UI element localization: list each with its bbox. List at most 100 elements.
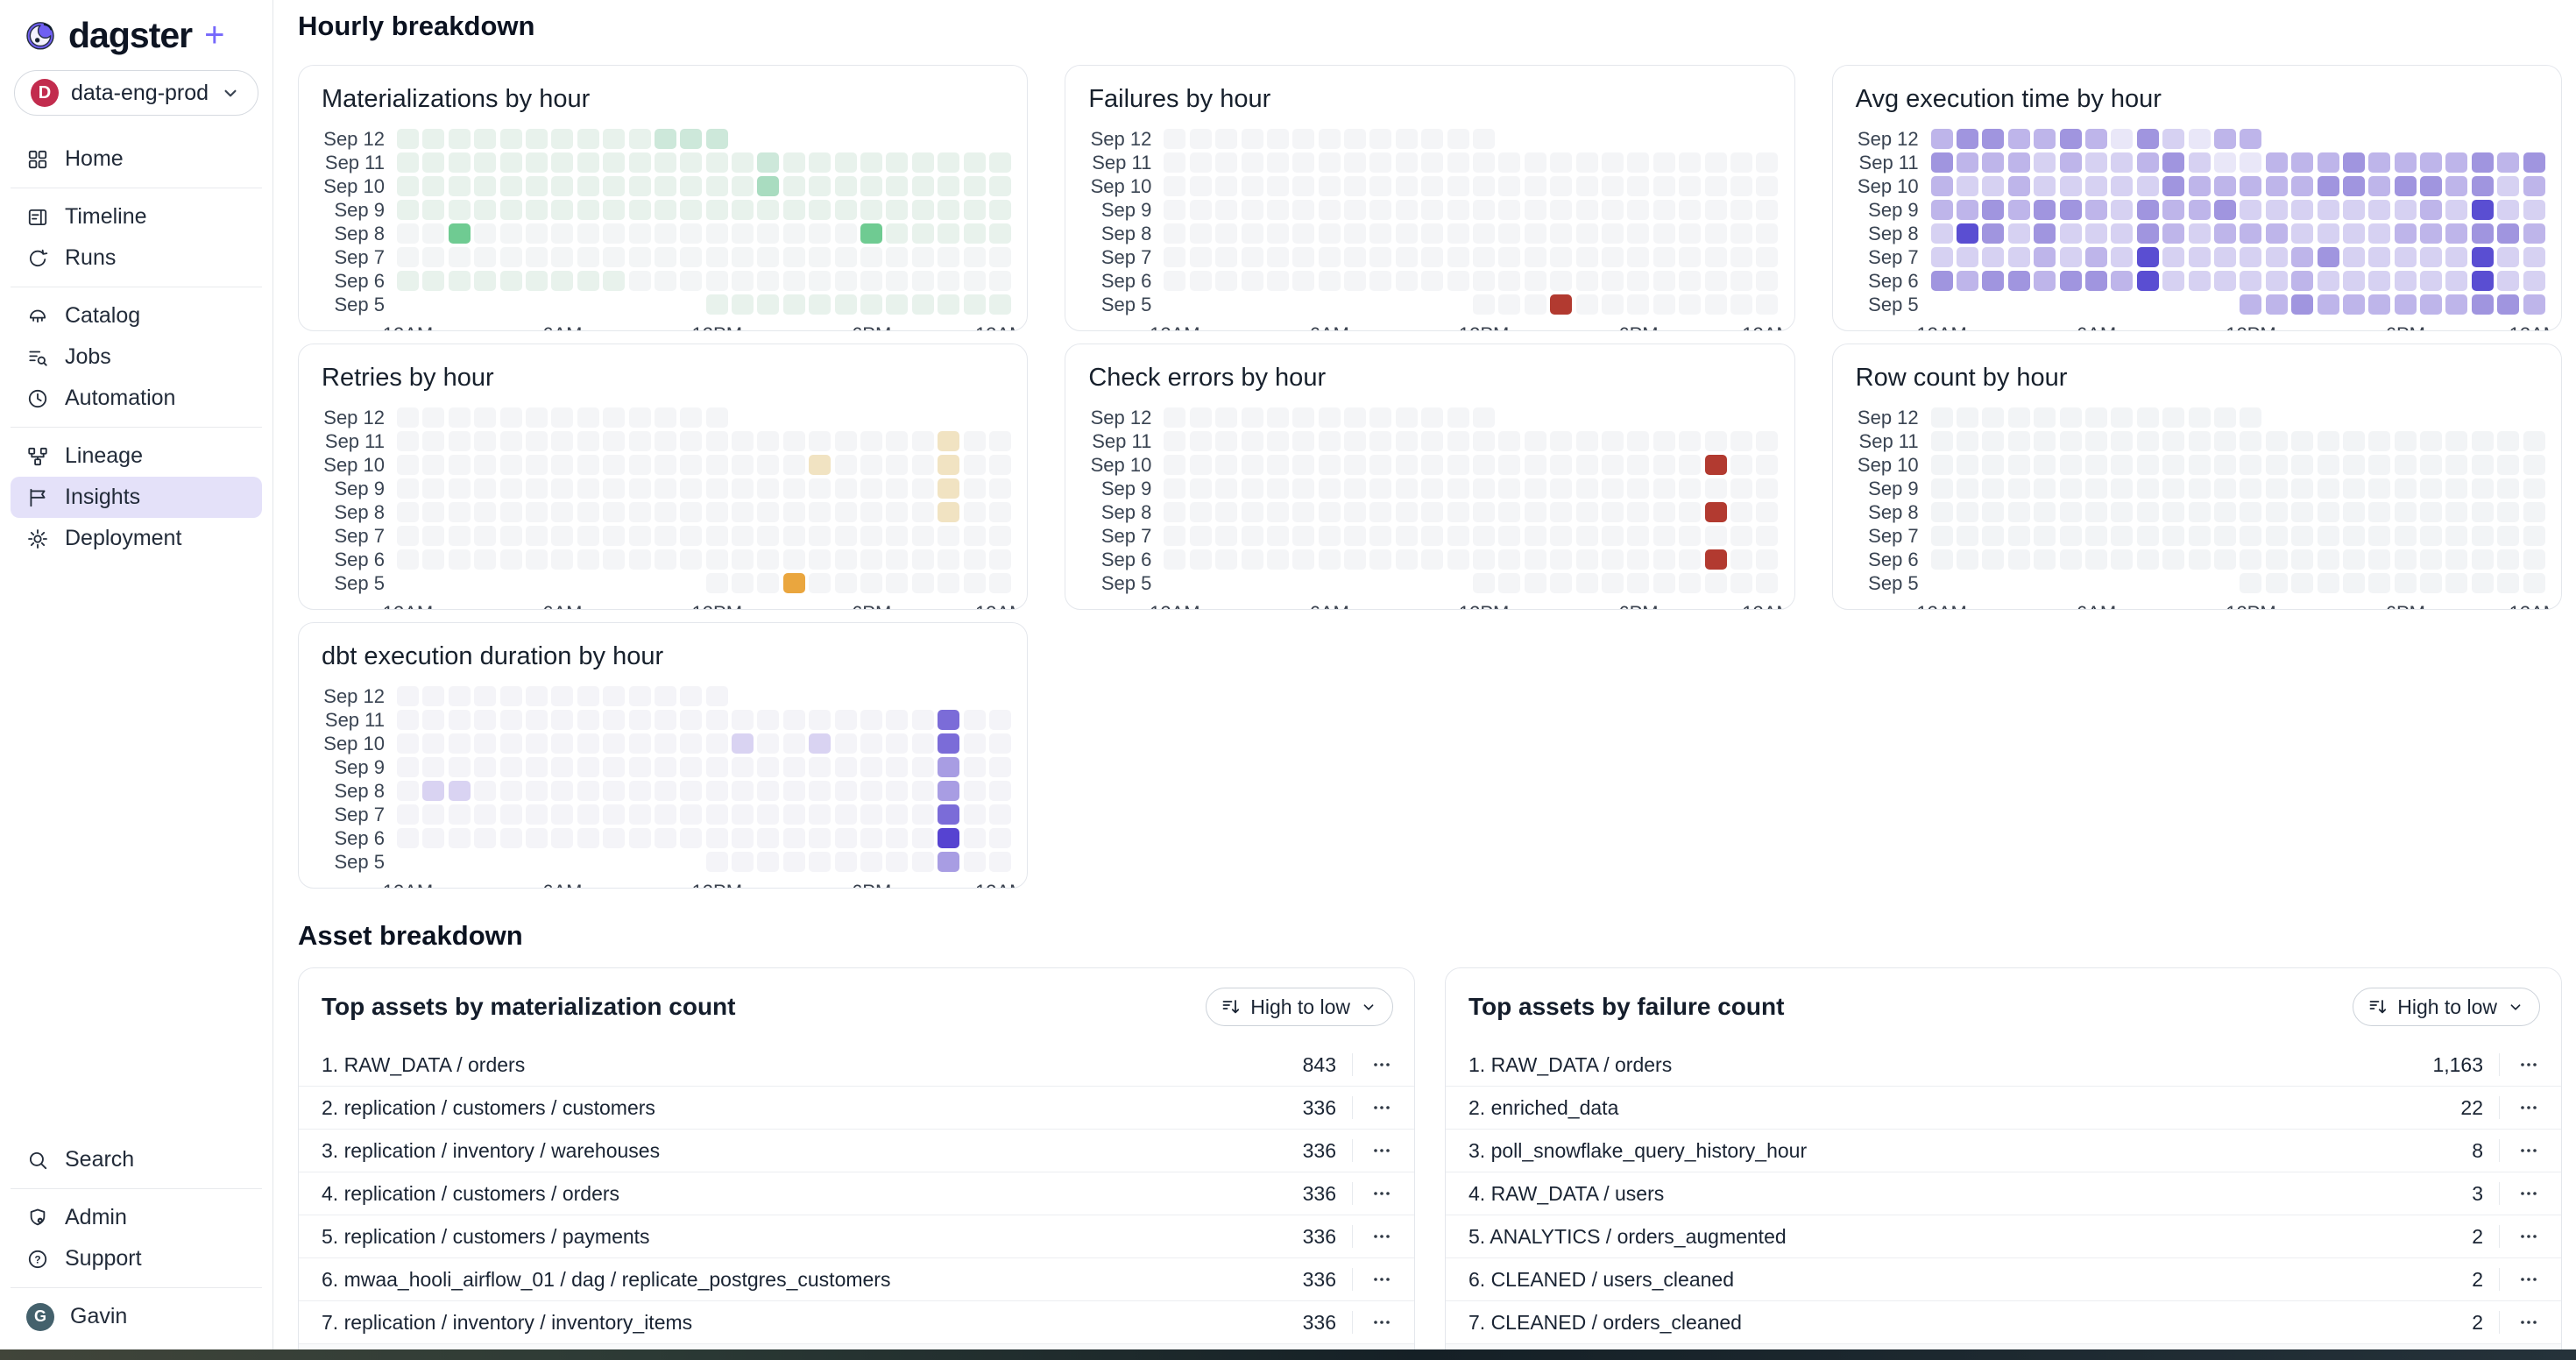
heatmap-cell[interactable]: [397, 200, 419, 220]
heatmap-cell[interactable]: [912, 710, 934, 730]
heatmap-cell[interactable]: [422, 710, 444, 730]
heatmap-cell[interactable]: [2162, 152, 2184, 173]
heatmap-cell[interactable]: [1550, 271, 1572, 291]
heatmap-cell[interactable]: [835, 478, 857, 499]
heatmap-cell[interactable]: [1292, 478, 1314, 499]
heatmap-cell[interactable]: [2395, 200, 2417, 220]
heatmap-cell[interactable]: [1396, 152, 1418, 173]
heatmap-cell[interactable]: [706, 247, 728, 267]
heatmap-cell[interactable]: [809, 781, 831, 801]
heatmap-cell[interactable]: [835, 781, 857, 801]
heatmap-cell[interactable]: [2343, 478, 2365, 499]
heatmap-cell[interactable]: [860, 455, 882, 475]
heatmap-cell[interactable]: [835, 223, 857, 244]
heatmap-cell[interactable]: [1602, 152, 1624, 173]
row-menu-button[interactable]: [2516, 1180, 2542, 1207]
heatmap-cell[interactable]: [1679, 549, 1701, 570]
heatmap-cell[interactable]: [860, 247, 882, 267]
heatmap-cell[interactable]: [757, 526, 779, 546]
heatmap-cell[interactable]: [577, 710, 599, 730]
heatmap-cell[interactable]: [1421, 152, 1443, 173]
heatmap-cell[interactable]: [1602, 176, 1624, 196]
heatmap-cell[interactable]: [2214, 247, 2236, 267]
heatmap-cell[interactable]: [1242, 271, 1263, 291]
heatmap-cell[interactable]: [1730, 502, 1752, 522]
heatmap-cell[interactable]: [500, 710, 522, 730]
heatmap-cell[interactable]: [1344, 176, 1366, 196]
asset-name-link[interactable]: 6. CLEANED / users_cleaned: [1468, 1268, 2431, 1292]
heatmap-cell[interactable]: [757, 804, 779, 825]
heatmap-cell[interactable]: [577, 478, 599, 499]
heatmap-cell[interactable]: [2060, 223, 2082, 244]
heatmap-cell[interactable]: [474, 455, 496, 475]
heatmap-cell[interactable]: [1576, 176, 1598, 196]
heatmap-cell[interactable]: [886, 271, 908, 291]
heatmap-cell[interactable]: [1164, 176, 1185, 196]
heatmap-cell[interactable]: [1319, 129, 1341, 149]
heatmap-cell[interactable]: [1525, 573, 1546, 593]
heatmap-cell[interactable]: [1576, 478, 1598, 499]
heatmap-cell[interactable]: [2291, 526, 2313, 546]
row-menu-button[interactable]: [2516, 1094, 2542, 1121]
heatmap-cell[interactable]: [1473, 455, 1495, 475]
heatmap-cell[interactable]: [2395, 152, 2417, 173]
heatmap-cell[interactable]: [964, 223, 986, 244]
heatmap-cell[interactable]: [1931, 549, 1953, 570]
heatmap-cell[interactable]: [680, 431, 702, 451]
heatmap-cell[interactable]: [1190, 455, 1212, 475]
heatmap-cell[interactable]: [1344, 407, 1366, 428]
heatmap-cell[interactable]: [1576, 526, 1598, 546]
heatmap-cell[interactable]: [2445, 526, 2467, 546]
heatmap-cell[interactable]: [1730, 176, 1752, 196]
heatmap-cell[interactable]: [2291, 152, 2313, 173]
heatmap-cell[interactable]: [1730, 200, 1752, 220]
heatmap-cell[interactable]: [2318, 431, 2339, 451]
heatmap-cell[interactable]: [1982, 200, 2004, 220]
asset-name-link[interactable]: 3. poll_snowflake_query_history_hour: [1468, 1139, 2431, 1163]
heatmap-cell[interactable]: [1705, 549, 1727, 570]
heatmap-cell[interactable]: [680, 176, 702, 196]
heatmap-cell[interactable]: [2395, 526, 2417, 546]
heatmap-cell[interactable]: [1344, 152, 1366, 173]
heatmap-cell[interactable]: [1931, 200, 1953, 220]
heatmap-cell[interactable]: [449, 478, 471, 499]
heatmap-cell[interactable]: [2472, 294, 2494, 315]
heatmap-cell[interactable]: [1982, 271, 2004, 291]
heatmap-cell[interactable]: [989, 271, 1011, 291]
heatmap-cell[interactable]: [809, 828, 831, 848]
heatmap-cell[interactable]: [860, 733, 882, 754]
heatmap-cell[interactable]: [2240, 407, 2261, 428]
heatmap-cell[interactable]: [886, 223, 908, 244]
heatmap-cell[interactable]: [629, 526, 651, 546]
heatmap-cell[interactable]: [886, 152, 908, 173]
heatmap-cell[interactable]: [757, 294, 779, 315]
heatmap-cell[interactable]: [2240, 152, 2261, 173]
heatmap-cell[interactable]: [680, 733, 702, 754]
heatmap-cell[interactable]: [2291, 223, 2313, 244]
row-menu-button[interactable]: [2516, 1223, 2542, 1250]
heatmap-cell[interactable]: [706, 407, 728, 428]
heatmap-cell[interactable]: [422, 828, 444, 848]
heatmap-cell[interactable]: [964, 200, 986, 220]
heatmap-cell[interactable]: [989, 152, 1011, 173]
heatmap-cell[interactable]: [603, 781, 625, 801]
heatmap-cell[interactable]: [938, 247, 959, 267]
heatmap-cell[interactable]: [1957, 247, 1978, 267]
row-menu-button[interactable]: [1369, 1180, 1395, 1207]
heatmap-cell[interactable]: [603, 804, 625, 825]
heatmap-cell[interactable]: [938, 294, 959, 315]
heatmap-cell[interactable]: [2445, 573, 2467, 593]
heatmap-cell[interactable]: [1215, 200, 1237, 220]
heatmap-cell[interactable]: [1421, 549, 1443, 570]
heatmap-cell[interactable]: [1447, 176, 1469, 196]
heatmap-cell[interactable]: [397, 526, 419, 546]
heatmap-cell[interactable]: [1576, 573, 1598, 593]
heatmap-cell[interactable]: [938, 502, 959, 522]
heatmap-cell[interactable]: [2266, 247, 2288, 267]
heatmap-cell[interactable]: [2162, 271, 2184, 291]
heatmap-cell[interactable]: [783, 223, 805, 244]
heatmap-cell[interactable]: [449, 152, 471, 173]
heatmap-cell[interactable]: [1242, 407, 1263, 428]
heatmap-cell[interactable]: [474, 828, 496, 848]
heatmap-cell[interactable]: [655, 828, 676, 848]
